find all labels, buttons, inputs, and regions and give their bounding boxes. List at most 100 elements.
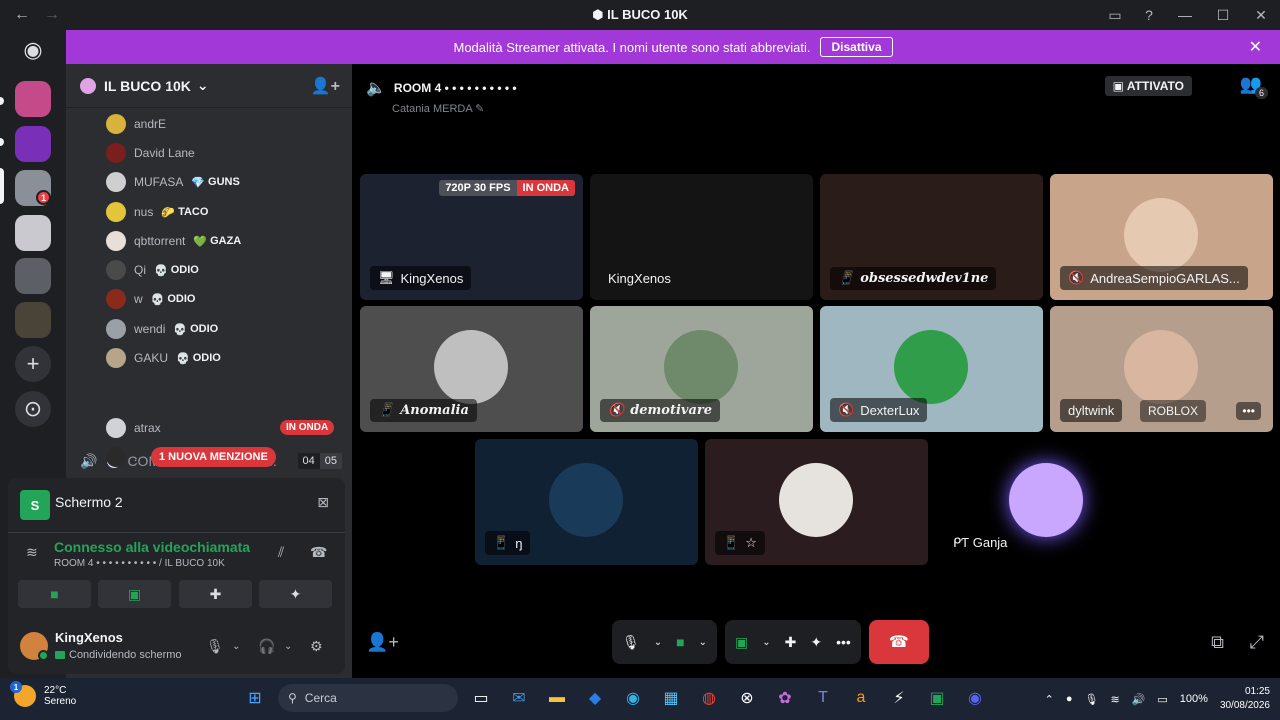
room-topic[interactable]: Catania MERDA ✎ — [392, 102, 484, 115]
voice-user[interactable]: wendi 💀 ODIO — [106, 318, 218, 340]
video-tile[interactable]: 📱 ŋ — [475, 439, 698, 565]
microphone-icon[interactable]: 🎙 — [622, 634, 640, 651]
video-tile[interactable]: 📱 ☆ — [705, 439, 928, 565]
maximize-button[interactable]: ☐ — [1204, 7, 1242, 24]
voice-user[interactable]: MUFASA 💎 GUNS — [106, 171, 240, 193]
store-icon[interactable]: ▦ — [656, 683, 686, 713]
chevron-down-icon[interactable]: ⌄ — [762, 637, 770, 648]
video-tile[interactable]: dyltwink ROBLOX ••• — [1050, 306, 1273, 432]
minimize-button[interactable]: — — [1166, 7, 1204, 23]
volume-icon[interactable]: 🔊 — [1132, 693, 1146, 706]
fullscreen-icon[interactable]: ⤢ — [1250, 632, 1264, 653]
close-icon[interactable]: ✕ — [1249, 37, 1262, 57]
clock[interactable]: 01:25 30/08/2026 — [1220, 685, 1270, 713]
microphone-tray-icon[interactable]: 🎙 — [1085, 693, 1099, 706]
server-icon-4[interactable] — [15, 258, 51, 294]
game-bar-icon[interactable]: ▣ — [922, 683, 952, 713]
guild-header[interactable]: IL BUCO 10K ⌄ 👤+ — [66, 64, 352, 108]
chevron-down-icon[interactable]: ⌄ — [232, 641, 240, 652]
more-options-icon[interactable]: ••• — [836, 634, 851, 650]
back-button[interactable]: ← — [14, 6, 30, 24]
discord-taskbar-icon[interactable]: ◉ — [960, 683, 990, 713]
connection-channel[interactable]: ROOM 4 • • • • • • • • • • / IL BUCO 10K — [54, 558, 225, 569]
video-tile[interactable]: 📱 obsessedwdev1ne — [820, 174, 1043, 300]
voice-user[interactable]: qbttorrent 💚 GAZA — [106, 230, 241, 252]
file-explorer-icon[interactable]: ▬ — [542, 683, 572, 713]
server-icon-3[interactable] — [15, 215, 51, 251]
video-tile[interactable]: 🔇 AndreaSempioGARLAS... — [1050, 174, 1273, 300]
server-icon-1[interactable] — [15, 81, 51, 117]
chevron-down-icon[interactable]: ⌄ — [284, 641, 292, 652]
outlook-icon[interactable]: ✉ — [504, 683, 534, 713]
voice-user[interactable]: . — [106, 446, 137, 468]
amazon-icon[interactable]: a — [846, 683, 876, 713]
voice-user[interactable]: Qi 💀 ODIO — [106, 259, 199, 281]
screen-share-button[interactable]: ▣ — [98, 580, 171, 608]
edge-icon[interactable]: ◉ — [618, 683, 648, 713]
teams-icon[interactable]: T — [808, 683, 838, 713]
microphone-icon[interactable]: 🎙 — [206, 638, 224, 655]
stop-stream-icon[interactable]: ⊠ — [317, 494, 329, 511]
disconnect-icon[interactable]: ☎ — [310, 544, 327, 561]
participants-icon[interactable]: 👥 6 — [1240, 74, 1268, 99]
dropbox-icon[interactable]: ◆ — [580, 683, 610, 713]
user-name[interactable]: KingXenos — [55, 630, 123, 645]
activity-badge[interactable]: ROBLOX — [1140, 400, 1207, 422]
video-tile[interactable]: 🔇 demotivare — [590, 306, 813, 432]
invite-people-icon[interactable]: 👤+ — [366, 632, 399, 653]
weather-widget[interactable]: 1 22°C Sereno — [10, 681, 76, 707]
activities-button[interactable]: ✚ — [179, 580, 252, 608]
connection-status[interactable]: Connesso alla videochiamata — [54, 539, 250, 555]
battery-icon[interactable]: ▭ — [1157, 693, 1167, 706]
soundboard-icon[interactable]: ✦ — [810, 634, 822, 651]
voice-user[interactable]: David Lane — [106, 142, 195, 164]
signal-icon[interactable]: ≋ — [26, 544, 38, 561]
settings-gear-icon[interactable]: ⚙ — [310, 638, 323, 655]
voice-user[interactable]: atrax — [106, 417, 161, 439]
chrome-icon[interactable]: ◍ — [694, 683, 724, 713]
activated-badge[interactable]: ▣ ATTIVATO — [1104, 76, 1192, 96]
video-tile[interactable]: ᑭƬ Ganja — [935, 439, 1158, 565]
video-camera-icon[interactable]: ■ — [676, 634, 684, 650]
video-tile[interactable]: 720P 30 FPS IN ONDA 🖥 KingXenos — [360, 174, 583, 300]
video-tile[interactable]: 🔇 DexterLux — [820, 306, 1043, 432]
help-icon[interactable]: ? — [1132, 7, 1166, 23]
chevron-down-icon[interactable]: ⌄ — [699, 637, 707, 648]
voice-user[interactable]: w 💀 ODIO — [106, 288, 196, 310]
edit-pencil-icon[interactable]: ✎ — [475, 103, 484, 115]
task-view-icon[interactable]: ▭ — [466, 683, 496, 713]
taskbar-search[interactable]: ⚲ Cerca — [278, 684, 458, 712]
voice-user[interactable]: GAKU 💀 ODIO — [106, 347, 221, 369]
new-mention-pill[interactable]: 1 NUOVA MENZIONE — [151, 447, 276, 467]
disconnect-call-button[interactable]: ☎ — [868, 620, 929, 664]
start-windows-icon[interactable]: ⊞ — [240, 683, 270, 713]
tray-expand-icon[interactable]: ⌃ — [1045, 693, 1054, 706]
disable-streamer-button[interactable]: Disattiva — [820, 37, 893, 57]
explore-icon[interactable]: ⊙ — [15, 391, 51, 427]
add-server-icon[interactable]: + — [15, 346, 51, 382]
close-window-button[interactable]: ✕ — [1242, 7, 1280, 24]
headphones-icon[interactable]: 🎧 — [258, 638, 275, 655]
server-icon-5[interactable] — [15, 302, 51, 338]
soundboard-button[interactable]: ✦ — [259, 580, 332, 608]
chevron-down-icon[interactable]: ⌄ — [654, 637, 662, 648]
activities-icon[interactable]: ✚ — [785, 634, 797, 651]
forward-button[interactable]: → — [44, 6, 60, 24]
noise-suppression-icon[interactable]: ⫽ — [278, 544, 284, 561]
power-automate-icon[interactable]: ⚡ — [884, 683, 914, 713]
recording-icon[interactable]: ● — [1066, 693, 1073, 705]
video-tile[interactable]: KingXenos — [590, 174, 813, 300]
discord-home-icon[interactable]: ◉ — [15, 32, 51, 68]
inbox-icon[interactable]: ▭ — [1098, 7, 1132, 24]
wifi-icon[interactable]: ≋ — [1110, 693, 1119, 706]
video-tile[interactable]: 📱 Anomalia — [360, 306, 583, 432]
popout-icon[interactable]: ⧉ — [1211, 632, 1224, 653]
invite-icon[interactable]: 👤+ — [311, 76, 340, 96]
copilot-icon[interactable]: ✿ — [770, 683, 800, 713]
voice-user[interactable]: andrE — [106, 113, 166, 135]
camera-button[interactable]: ■ — [18, 580, 91, 608]
screen-share-icon[interactable]: ▣ — [735, 634, 748, 651]
xbox-icon[interactable]: ⊗ — [732, 683, 762, 713]
server-icon-2[interactable] — [15, 126, 51, 162]
voice-user[interactable]: nus 🌮 TACO — [106, 201, 208, 223]
